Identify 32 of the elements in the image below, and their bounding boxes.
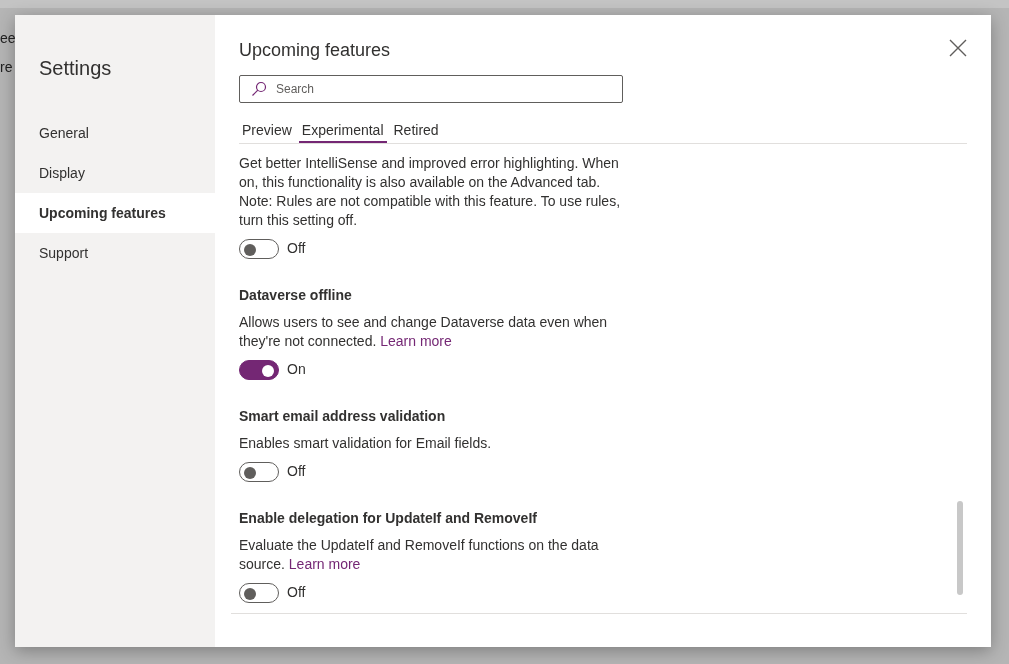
toggle-state-label: Off — [287, 462, 306, 481]
tab[interactable]: Preview — [239, 119, 295, 143]
toggle-switch[interactable] — [239, 238, 279, 259]
toggle-state-label: On — [287, 360, 306, 379]
feature-title: Smart email address validation — [239, 407, 446, 426]
search-field[interactable]: Search — [239, 75, 623, 103]
feature-description: Enables smart validation for Email fields. — [239, 434, 493, 453]
nav-item[interactable]: Display — [15, 153, 215, 193]
learn-more-link[interactable]: Learn more — [288, 556, 361, 572]
tab[interactable]: Experimental — [298, 119, 387, 143]
nav-item[interactable]: General — [15, 113, 215, 153]
tab[interactable]: Retired — [390, 119, 442, 143]
nav-item[interactable]: Support — [15, 233, 215, 273]
panel-title: Upcoming features — [239, 39, 391, 61]
search-icon — [251, 81, 267, 97]
toggle-switch[interactable] — [239, 359, 279, 380]
toggle-state-label: Off — [287, 239, 306, 258]
feature-description: Allows users to see and change Dataverse data even when they're not connected. Learn more — [239, 313, 609, 351]
nav-item[interactable]: Upcoming features — [15, 193, 215, 233]
settings-title: Settings — [38, 56, 113, 81]
toggle-switch[interactable] — [239, 582, 279, 603]
background-text: ee — [0, 29, 16, 48]
close-icon[interactable] — [949, 39, 967, 57]
toggle-switch[interactable] — [239, 461, 279, 482]
feature-title: Dataverse offline — [239, 286, 352, 305]
feature-description: Get better IntelliSense and improved error highlighting. When on, this functionality is also available on the Advanced tab. Note: Rules are not compatible with this feature. To use rules, turn this setting off. — [239, 154, 622, 230]
scrollbar[interactable] — [957, 501, 963, 595]
background-text: re — [0, 58, 13, 77]
toggle-state-label: Off — [287, 583, 306, 602]
feature-description: Evaluate the UpdateIf and RemoveIf functions on the data source. Learn more — [239, 536, 600, 574]
learn-more-link[interactable]: Learn more — [380, 333, 452, 349]
feature-title: Enable delegation for UpdateIf and RemoveIf — [239, 509, 537, 528]
